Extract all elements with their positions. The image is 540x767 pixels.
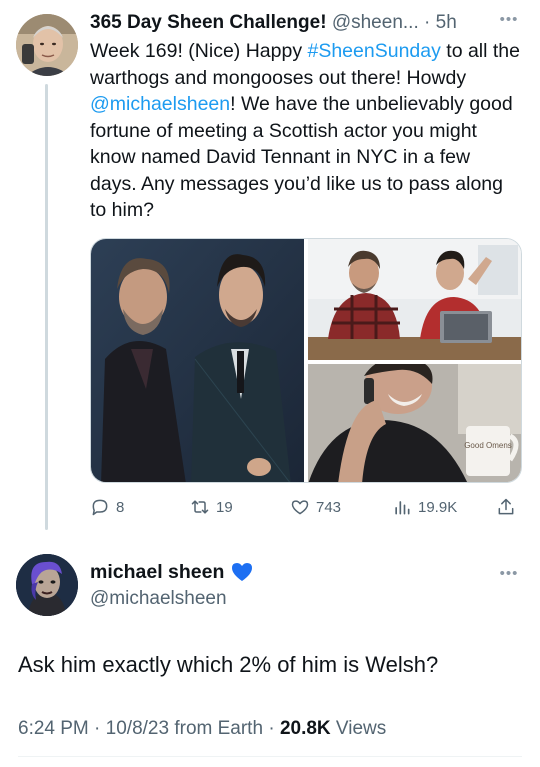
retweet-button[interactable]: 19 bbox=[190, 494, 233, 520]
tweet-text: Ask him exactly which 2% of him is Welsh… bbox=[18, 652, 439, 677]
blue-heart-icon bbox=[232, 563, 253, 581]
divider bbox=[18, 756, 522, 757]
views-count: 19.9K bbox=[418, 498, 458, 516]
retweet-count: 19 bbox=[216, 498, 233, 516]
reply-count: 8 bbox=[116, 498, 125, 516]
main-tweet: michael sheen @michaelsheen ••• Ask him … bbox=[0, 540, 540, 767]
views-label: Views bbox=[330, 718, 387, 739]
thread-connector-line bbox=[45, 84, 48, 530]
photo-two-men-suits[interactable] bbox=[91, 239, 304, 482]
like-button[interactable]: 743 bbox=[290, 494, 341, 520]
display-name[interactable]: michael sheen bbox=[90, 558, 224, 586]
like-icon bbox=[291, 500, 309, 515]
mug-label: Good Omens bbox=[464, 441, 512, 450]
timestamp[interactable]: 6:24 PM bbox=[18, 718, 89, 739]
tweet-header: 365 Day Sheen Challenge! @sheen... · 5h bbox=[90, 10, 520, 36]
source: from Earth bbox=[169, 718, 264, 739]
handle[interactable]: @michaelsheen bbox=[90, 586, 227, 612]
retweet-icon bbox=[191, 500, 209, 514]
like-count: 743 bbox=[316, 498, 342, 516]
separator: · bbox=[424, 12, 431, 33]
separator: · bbox=[88, 718, 106, 739]
timestamp[interactable]: 5h bbox=[436, 12, 457, 33]
reply-button[interactable]: 8 bbox=[90, 494, 124, 520]
date[interactable]: 10/8/23 bbox=[106, 718, 169, 739]
display-name-row: michael sheen bbox=[90, 558, 254, 586]
views-button[interactable]: 19.9K bbox=[392, 494, 457, 520]
media-grid: Good Omens bbox=[90, 238, 522, 483]
share-icon bbox=[498, 498, 514, 515]
hashtag-link[interactable]: #SheenSunday bbox=[307, 40, 440, 62]
display-name[interactable]: 365 Day Sheen Challenge! bbox=[90, 12, 327, 33]
photo-man-on-phone[interactable]: Good Omens bbox=[308, 357, 521, 482]
quoted-thread-tweet[interactable]: 365 Day Sheen Challenge! @sheen... · 5h … bbox=[0, 0, 540, 540]
photo-two-men-laptop[interactable] bbox=[308, 239, 521, 360]
more-options-button[interactable]: ••• bbox=[494, 562, 524, 586]
handle[interactable]: @sheen... bbox=[332, 12, 419, 33]
more-options-button[interactable]: ••• bbox=[494, 8, 524, 32]
action-bar: 8 19 743 19.9K bbox=[90, 494, 522, 520]
avatar-photo-icon bbox=[16, 14, 78, 76]
mention-link[interactable]: @michaelsheen bbox=[90, 93, 230, 115]
avatar[interactable] bbox=[16, 554, 78, 616]
tweet-text: Week 169! (Nice) Happy #SheenSunday to a… bbox=[90, 38, 520, 224]
tweet-text-part: Week 169! (Nice) Happy bbox=[90, 40, 308, 62]
separator: · bbox=[263, 718, 280, 739]
share-button[interactable] bbox=[496, 494, 522, 520]
tweet-meta: 6:24 PM · 10/8/23 from Earth · 20.8K Vie… bbox=[18, 716, 528, 742]
avatar[interactable] bbox=[16, 14, 78, 76]
views-icon bbox=[395, 501, 410, 515]
avatar-photo-icon bbox=[16, 554, 78, 616]
reply-icon bbox=[92, 499, 108, 516]
views-count[interactable]: 20.8K bbox=[280, 718, 331, 739]
